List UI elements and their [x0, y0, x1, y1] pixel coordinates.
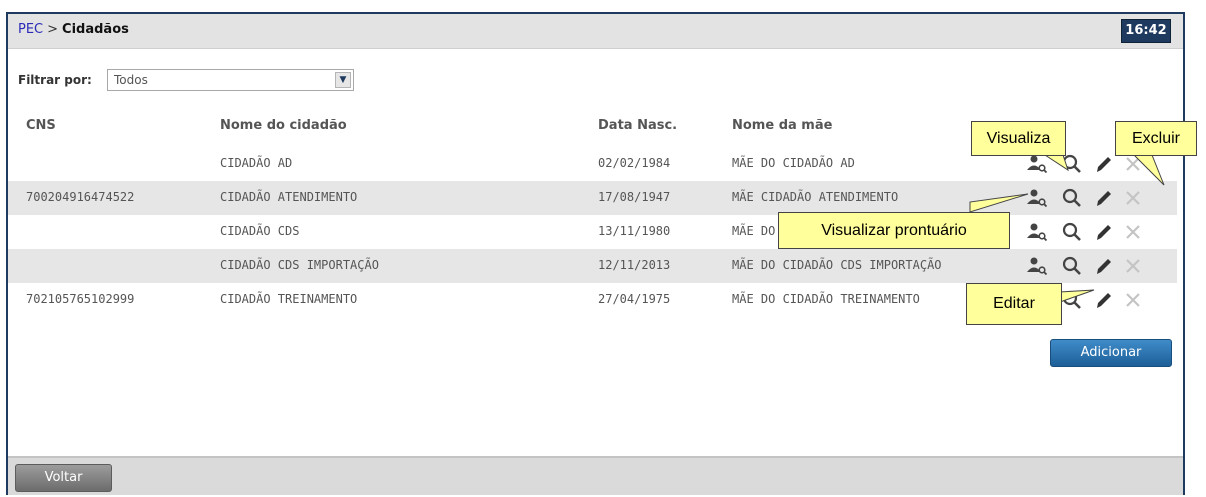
- callout-editar: Editar: [966, 283, 1062, 325]
- magnifier-icon[interactable]: [1061, 187, 1083, 209]
- footer-bar: Voltar: [8, 456, 1183, 495]
- clock: 16:42: [1121, 19, 1171, 43]
- breadcrumb-current: Cidadãos: [62, 22, 129, 37]
- x-icon[interactable]: [1122, 289, 1144, 311]
- add-button[interactable]: Adicionar: [1050, 339, 1172, 367]
- cell-data: 02/02/1984: [598, 156, 671, 170]
- magnifier-icon[interactable]: [1061, 289, 1083, 311]
- x-icon[interactable]: [1122, 221, 1144, 243]
- x-icon[interactable]: [1122, 187, 1144, 209]
- cell-nome: CIDADÃO ATENDIMENTO: [220, 190, 358, 204]
- cell-nome: CIDADÃO CDS: [220, 224, 300, 238]
- cell-data: 12/11/2013: [598, 258, 671, 272]
- cell-nome: CIDADÃO CDS IMPORTAÇÃO: [220, 258, 379, 272]
- callout-visualizar-prontuario: Visualizar prontuário: [778, 212, 1010, 249]
- cell-mae: MÃE CIDADÃO ATENDIMENTO: [732, 190, 899, 204]
- breadcrumb: PEC > Cidadãos: [18, 22, 129, 37]
- magnifier-icon[interactable]: [1061, 221, 1083, 243]
- column-header-mae: Nome da mãe: [732, 118, 833, 133]
- cell-mae: MÃE DO CIDADÃO CDS IMPORTAÇÃO: [732, 258, 942, 272]
- magnifier-icon[interactable]: [1061, 153, 1083, 175]
- table-row[interactable]: 700204916474522 CIDADÃO ATENDIMENTO 17/0…: [8, 181, 1177, 215]
- breadcrumb-separator: >: [47, 22, 59, 37]
- x-icon[interactable]: [1122, 153, 1144, 175]
- breadcrumb-pec-link[interactable]: PEC: [18, 22, 43, 37]
- cell-mae: MÃE DO CIDADÃO TREINAMENTO: [732, 292, 920, 306]
- filter-select[interactable]: Todos ▼: [107, 69, 354, 91]
- person-search-icon[interactable]: [1026, 153, 1048, 175]
- magnifier-icon[interactable]: [1061, 255, 1083, 277]
- chevron-down-icon[interactable]: ▼: [335, 72, 351, 88]
- cell-cns: 700204916474522: [26, 190, 135, 204]
- pencil-icon[interactable]: [1093, 153, 1115, 175]
- column-header-data: Data Nasc.: [598, 118, 678, 133]
- callout-excluir: Excluir: [1115, 121, 1197, 156]
- pencil-icon[interactable]: [1093, 255, 1115, 277]
- x-icon[interactable]: [1122, 255, 1144, 277]
- back-button[interactable]: Voltar: [15, 464, 112, 492]
- cell-data: 17/08/1947: [598, 190, 671, 204]
- column-header-nome: Nome do cidadão: [220, 118, 347, 133]
- person-search-icon[interactable]: [1026, 255, 1048, 277]
- callout-visualiza: Visualiza: [971, 121, 1066, 156]
- cell-nome: CIDADÃO AD: [220, 156, 293, 170]
- filter-selected-value: Todos: [114, 73, 148, 87]
- person-search-icon[interactable]: [1026, 221, 1048, 243]
- cell-cns: 702105765102999: [26, 292, 135, 306]
- table-row[interactable]: CIDADÃO CDS IMPORTAÇÃO 12/11/2013 MÃE DO…: [8, 249, 1177, 283]
- pencil-icon[interactable]: [1093, 221, 1115, 243]
- cell-data: 13/11/1980: [598, 224, 671, 238]
- cell-mae: MÃE DO CIDADÃO AD: [732, 156, 855, 170]
- filter-label: Filtrar por:: [18, 73, 92, 87]
- main-window: PEC > Cidadãos 16:42 Filtrar por: Todos ▼ …: [6, 12, 1185, 495]
- pencil-icon[interactable]: [1093, 289, 1115, 311]
- cell-nome: CIDADÃO TREINAMENTO: [220, 292, 358, 306]
- pencil-icon[interactable]: [1093, 187, 1115, 209]
- top-bar: PEC > Cidadãos 16:42: [8, 14, 1183, 49]
- column-header-cns: CNS: [26, 118, 56, 133]
- cell-data: 27/04/1975: [598, 292, 671, 306]
- person-search-icon[interactable]: [1026, 187, 1048, 209]
